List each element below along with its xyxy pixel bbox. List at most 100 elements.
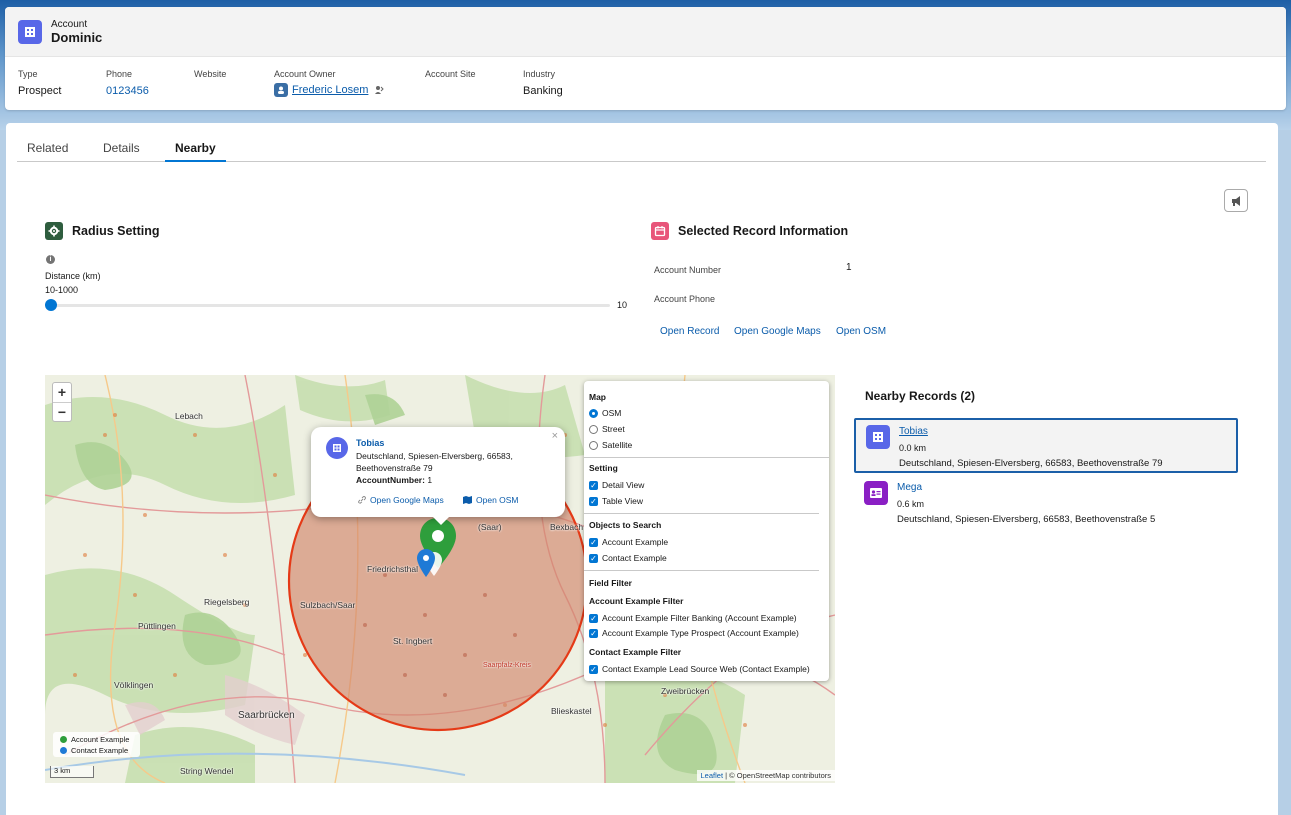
- popup-account-number-value: 1: [427, 475, 433, 485]
- gear-icon: [45, 222, 63, 240]
- city-label: Blieskastel: [551, 706, 592, 716]
- legend-dot: [60, 747, 67, 754]
- map-option-osm[interactable]: OSM: [589, 408, 621, 418]
- popup-record-name[interactable]: Tobias: [356, 438, 384, 448]
- open-record-link[interactable]: Open Record: [660, 326, 719, 337]
- zoom-in-button[interactable]: +: [53, 383, 71, 402]
- nearby-record-address: Deutschland, Spiesen-Elversberg, 66583, …: [897, 514, 1156, 525]
- map-view[interactable]: Lebach Riegelsberg Püttlingen Völklingen…: [45, 375, 835, 783]
- zoom-controls: + −: [52, 382, 72, 422]
- change-owner-icon[interactable]: [374, 85, 385, 95]
- info-icon[interactable]: i: [46, 255, 55, 264]
- option-label: Contact Example Lead Source Web (Contact…: [602, 664, 810, 674]
- tab-related[interactable]: Related: [27, 141, 68, 162]
- setting-detail-view[interactable]: ✓ Detail View: [589, 480, 644, 490]
- popup-account-number: AccountNumber: 1: [356, 475, 432, 485]
- filter-contact-web[interactable]: ✓ Contact Example Lead Source Web (Contac…: [589, 664, 810, 674]
- selected-record-header: Selected Record Information: [651, 222, 848, 240]
- tab-bar: Related Details Nearby: [17, 137, 1266, 162]
- radio-satellite[interactable]: [589, 440, 598, 450]
- tab-nearby[interactable]: Nearby: [165, 141, 226, 162]
- nearby-record-item[interactable]: Mega 0.6 km Deutschland, Spiesen-Elversb…: [854, 476, 1238, 531]
- phone-link[interactable]: 0123456: [106, 85, 149, 97]
- option-label: Account Example Filter Banking (Account …: [602, 613, 797, 623]
- account-icon: [18, 20, 42, 44]
- option-label: Contact Example: [602, 553, 667, 563]
- setting-table-view[interactable]: ✓ Table View: [589, 496, 643, 506]
- field-account-site: Account Site: [425, 69, 476, 83]
- popup-account-number-label: AccountNumber:: [356, 475, 425, 485]
- field-label: Phone: [106, 69, 133, 79]
- panel-contact-filter-header: Contact Example Filter: [589, 647, 682, 657]
- city-label: Völklingen: [114, 680, 154, 690]
- map-control-panel: Map OSM Street Satellite Setting ✓ Detail…: [584, 381, 829, 681]
- distance-slider-track[interactable]: [50, 304, 610, 307]
- legend-label: Account Example: [71, 735, 130, 744]
- checkbox-table-view[interactable]: ✓: [589, 496, 598, 506]
- field-account-owner: Account Owner Frederic Losem: [274, 69, 385, 97]
- checkbox-filter-banking[interactable]: ✓: [589, 613, 598, 623]
- checkbox-filter-prospect[interactable]: ✓: [589, 628, 598, 638]
- city-label: (Saar): [478, 522, 502, 532]
- filter-account-prospect[interactable]: ✓ Account Example Type Prospect (Account …: [589, 628, 799, 638]
- option-label: OSM: [602, 408, 622, 418]
- record-header-top: Account Dominic: [5, 7, 1286, 57]
- owner-link[interactable]: Frederic Losem: [292, 84, 368, 96]
- leaflet-link[interactable]: Leaflet: [701, 771, 724, 780]
- legend-account: Account Example: [60, 734, 140, 745]
- radio-osm[interactable]: [589, 408, 598, 418]
- city-label: Zweibrücken: [661, 686, 710, 696]
- panel-account-filter-header: Account Example Filter: [589, 596, 684, 606]
- nearby-record-distance: 0.6 km: [897, 499, 925, 509]
- city-label: Friedrichsthal: [367, 564, 419, 574]
- account-number-value: 1: [846, 262, 852, 273]
- panel-divider: [584, 457, 829, 458]
- popup-google-maps-label: Open Google Maps: [370, 495, 444, 505]
- city-label: Bexbach: [550, 522, 584, 532]
- object-contact-example[interactable]: ✓ Contact Example: [589, 553, 667, 563]
- field-label: Account Site: [425, 69, 476, 79]
- record-name: Dominic: [51, 30, 103, 45]
- distance-slider-value: 10: [617, 300, 628, 310]
- checkbox-filter-web[interactable]: ✓: [589, 664, 598, 674]
- legend-contact: Contact Example: [60, 745, 140, 756]
- checkbox-contact-example[interactable]: ✓: [589, 553, 598, 563]
- megaphone-button[interactable]: [1224, 189, 1248, 212]
- distance-slider-thumb[interactable]: [45, 299, 57, 311]
- zoom-out-button[interactable]: −: [53, 402, 71, 421]
- map-option-street[interactable]: Street: [589, 424, 625, 434]
- city-label: Sulzbach/Saar: [300, 600, 356, 610]
- nearby-record-item[interactable]: Tobias 0.0 km Deutschland, Spiesen-Elver…: [854, 418, 1238, 473]
- field-website: Website: [194, 69, 226, 83]
- city-label: Saarbrücken: [238, 710, 295, 721]
- filter-account-banking[interactable]: ✓ Account Example Filter Banking (Account…: [589, 613, 797, 623]
- link-icon: [358, 496, 366, 504]
- nearby-record-address: Deutschland, Spiesen-Elversberg, 66583, …: [899, 458, 1163, 469]
- open-osm-link[interactable]: Open OSM: [836, 326, 886, 337]
- contact-icon: [864, 481, 888, 505]
- open-google-maps-link[interactable]: Open Google Maps: [734, 326, 821, 337]
- main-card: Related Details Nearby Radius Setting i …: [6, 123, 1278, 815]
- checkbox-account-example[interactable]: ✓: [589, 537, 598, 547]
- option-label: Account Example: [602, 537, 669, 547]
- option-label: Account Example Type Prospect (Account E…: [602, 628, 799, 638]
- field-phone: Phone 0123456: [106, 69, 149, 97]
- nearby-record-name[interactable]: Mega: [897, 482, 922, 493]
- city-label: Riegelsberg: [204, 597, 250, 607]
- account-icon: [326, 437, 348, 459]
- map-icon: [463, 496, 472, 504]
- popup-google-maps-link[interactable]: Open Google Maps: [358, 495, 444, 505]
- map-option-satellite[interactable]: Satellite: [589, 440, 632, 450]
- contact-marker-icon[interactable]: [417, 549, 435, 577]
- checkbox-detail-view[interactable]: ✓: [589, 480, 598, 490]
- calendar-icon: [651, 222, 669, 240]
- popup-close-button[interactable]: ×: [552, 430, 558, 442]
- option-label: Satellite: [602, 440, 633, 450]
- object-account-example[interactable]: ✓ Account Example: [589, 537, 668, 547]
- panel-field-filter-header: Field Filter: [589, 578, 632, 588]
- tab-details[interactable]: Details: [103, 141, 140, 162]
- nearby-record-name[interactable]: Tobias: [899, 426, 928, 437]
- popup-osm-link[interactable]: Open OSM: [463, 495, 519, 505]
- radio-street[interactable]: [589, 424, 598, 434]
- field-value: Banking: [523, 85, 563, 97]
